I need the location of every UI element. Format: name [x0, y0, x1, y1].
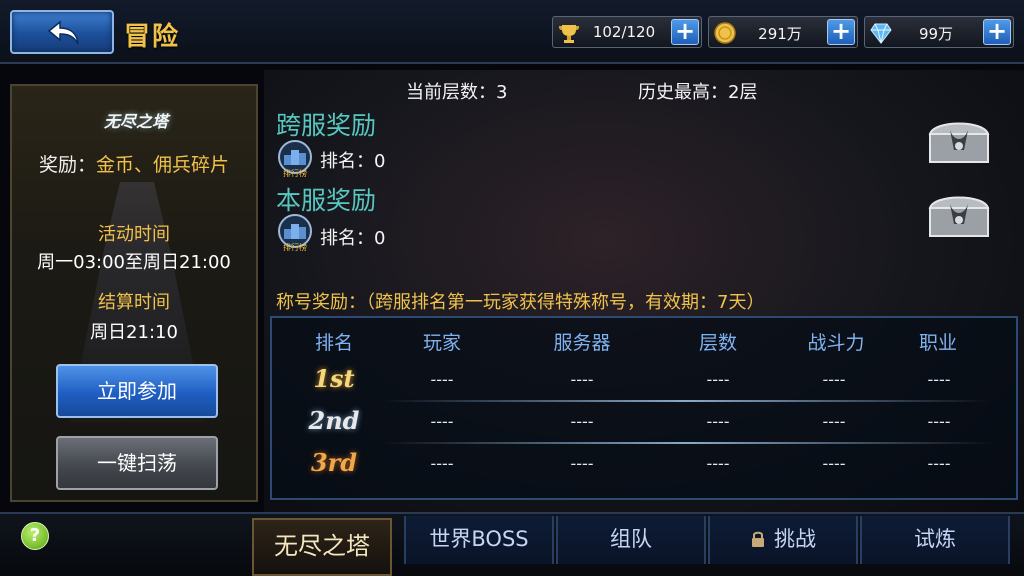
gold-coin-icon [714, 22, 736, 44]
quick-sweep-button[interactable]: 一键扫荡 [56, 436, 218, 490]
endless-tower-logo: 无尽之塔 [103, 112, 168, 131]
add-gold-button[interactable]: + [827, 19, 855, 45]
lock-icon [752, 531, 764, 547]
settle-time-label: 结算时间 [98, 292, 170, 313]
add-stamina-button[interactable]: + [671, 19, 699, 45]
event-info-panel: 无尽之塔 奖励：金币、佣兵碎片 活动时间 周一03:00至周日21:00 结算时… [10, 84, 258, 502]
diamond-resource: 99万 + [864, 16, 1014, 48]
back-arrow-icon [47, 20, 79, 45]
trophy-icon [559, 25, 579, 43]
table-cell: ---- [430, 454, 454, 473]
page-title: 冒险 [124, 22, 181, 52]
leaderboard-label: 排行榜 [283, 242, 307, 252]
table-cell: ---- [927, 454, 951, 473]
col-header-player: 玩家 [422, 332, 461, 354]
join-now-button[interactable]: 立即参加 [56, 364, 218, 418]
rank-2nd: 2nd [308, 406, 360, 435]
col-header-server: 服务器 [553, 332, 611, 354]
gold-resource: 291万 + [708, 16, 858, 48]
row-divider [382, 442, 992, 444]
reward-items: 金币、佣兵碎片 [96, 154, 230, 176]
diamond-value: 99万 [918, 25, 954, 43]
table-cell: ---- [706, 370, 730, 389]
current-floor: 当前层数：3 [406, 82, 508, 103]
col-header-rank: 排名 [314, 332, 353, 354]
local-server-rank: 排名：0 [320, 228, 386, 249]
activity-time-label: 活动时间 [98, 224, 170, 245]
leaderboard-icon[interactable]: 排行榜 [276, 214, 314, 252]
back-button[interactable] [10, 10, 114, 54]
tab-challenge-label: 挑战 [774, 527, 816, 551]
settle-time-value: 周日21:10 [90, 322, 178, 343]
tab-trial[interactable]: 试炼 [860, 516, 1010, 564]
table-cell: ---- [570, 454, 594, 473]
cross-server-rank: 排名：0 [320, 151, 386, 172]
table-cell: ---- [927, 370, 951, 389]
col-header-power: 战斗力 [807, 332, 865, 354]
reward-line: 奖励：金币、佣兵碎片 [14, 150, 254, 177]
table-cell: ---- [822, 412, 846, 431]
diamond-icon [870, 23, 892, 44]
cross-server-chest-icon[interactable] [926, 116, 992, 166]
rank-3rd: 3rd [310, 448, 358, 477]
cross-server-reward-title: 跨服奖励 [276, 111, 377, 140]
table-cell: ---- [570, 370, 594, 389]
stamina-value: 102/120 [592, 23, 656, 41]
table-cell: ---- [570, 412, 594, 431]
table-cell: ---- [430, 370, 454, 389]
local-server-reward-title: 本服奖励 [276, 186, 377, 215]
activity-time-value: 周一03:00至周日21:00 [37, 252, 231, 273]
help-icon[interactable]: ? [21, 522, 49, 550]
tab-world-boss[interactable]: 世界BOSS [404, 516, 554, 564]
table-cell: ---- [822, 454, 846, 473]
history-best: 历史最高：2层 [638, 82, 758, 103]
tab-team[interactable]: 组队 [556, 516, 706, 564]
title-reward-text: 称号奖励：（跨服排名第一玩家获得特殊称号，有效期：7天） [276, 292, 765, 313]
leaderboard-icon[interactable]: 排行榜 [276, 140, 314, 178]
table-cell: ---- [822, 370, 846, 389]
stamina-resource: 102/120 + [552, 16, 702, 48]
tab-challenge[interactable]: 挑战 [708, 516, 858, 564]
reward-prefix: 奖励： [38, 154, 96, 176]
table-cell: ---- [430, 412, 454, 431]
table-cell: ---- [706, 454, 730, 473]
tab-endless-tower[interactable]: 无尽之塔 [252, 518, 392, 576]
gold-value: 291万 [758, 25, 802, 43]
local-server-chest-icon[interactable] [926, 190, 992, 240]
rank-1st: 1st [313, 364, 355, 393]
table-cell: ---- [927, 412, 951, 431]
add-diamond-button[interactable]: + [983, 19, 1011, 45]
ranking-table: 排名 玩家 服务器 层数 战斗力 职业 1st ---- ---- ---- -… [270, 316, 1018, 500]
col-header-class: 职业 [918, 332, 957, 354]
row-divider [382, 400, 992, 402]
leaderboard-label: 排行榜 [283, 168, 307, 178]
table-cell: ---- [706, 412, 730, 431]
col-header-floors: 层数 [698, 332, 737, 354]
